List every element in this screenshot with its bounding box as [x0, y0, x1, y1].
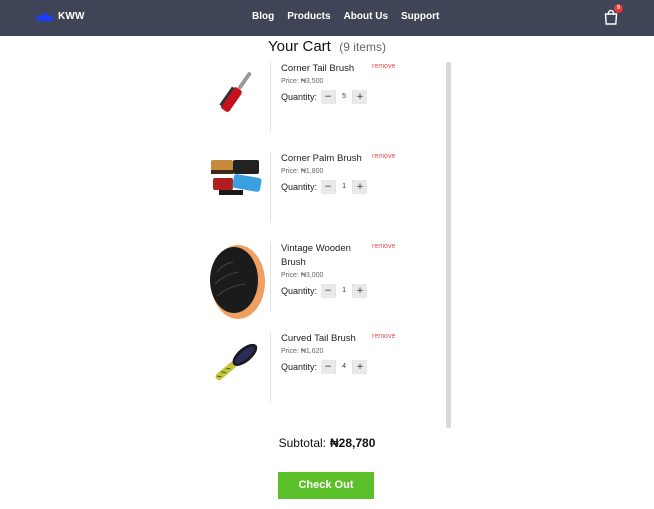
red-tail-brush-image [205, 62, 267, 124]
increase-quantity-button[interactable]: + [353, 284, 368, 298]
item-divider [270, 152, 271, 222]
increase-quantity-button[interactable]: + [353, 90, 368, 104]
cart-heading: Your Cart (9 items) [0, 38, 654, 56]
decrease-quantity-button[interactable]: − [321, 284, 336, 298]
item-info: Vintage Wooden Brush Price: ₦3,000 Quant… [281, 242, 445, 298]
item-info: Corner Tail Brush Price: ₦3,500 Quantity… [281, 62, 445, 104]
quantity-label: Quantity: [281, 92, 318, 102]
item-info: Curved Tail Brush Price: ₦1,620 Quantity… [281, 332, 445, 374]
top-navbar: KWW Blog Products About Us Support 9 [0, 0, 654, 36]
quantity-value: 1 [335, 284, 354, 298]
remove-item-link[interactable]: remove [372, 153, 395, 160]
quantity-value: 5 [335, 90, 354, 104]
quantity-stepper: Quantity: − 1 + [281, 284, 445, 298]
decrease-quantity-button[interactable]: − [321, 90, 336, 104]
increase-quantity-button[interactable]: + [353, 180, 368, 194]
palm-brush-image [205, 152, 267, 214]
cart-button[interactable]: 9 [603, 4, 623, 25]
cart-count-badge: 9 [614, 4, 623, 13]
item-info: Corner Palm Brush Price: ₦1,800 Quantity… [281, 152, 445, 194]
quantity-label: Quantity: [281, 362, 318, 372]
item-divider [270, 62, 271, 132]
subtotal-label: Subtotal: [278, 436, 326, 450]
item-count: (9 items) [339, 40, 386, 54]
cart-item: Corner Tail Brush Price: ₦3,500 Quantity… [205, 62, 445, 142]
cart-item: Corner Palm Brush Price: ₦1,800 Quantity… [205, 152, 445, 232]
quantity-stepper: Quantity: − 5 + [281, 90, 445, 104]
brand-logo[interactable]: KWW [36, 11, 85, 22]
increase-quantity-button[interactable]: + [353, 360, 368, 374]
item-price: Price: ₦3,500 [281, 78, 324, 85]
quantity-stepper: Quantity: − 1 + [281, 180, 445, 194]
decrease-quantity-button[interactable]: − [321, 180, 336, 194]
nav-link-about-us[interactable]: About Us [344, 11, 388, 22]
oval-wooden-brush-image [205, 242, 267, 322]
nav-link-support[interactable]: Support [401, 11, 439, 22]
subtotal: Subtotal: ₦28,780 [0, 436, 654, 450]
logo-text: KWW [58, 11, 85, 22]
cart-item: Vintage Wooden Brush Price: ₦3,000 Quant… [205, 242, 445, 322]
subtotal-value: ₦28,780 [330, 436, 376, 450]
crown-icon [37, 12, 53, 21]
cart-list-scrollbar[interactable] [446, 62, 451, 428]
checkout-button[interactable]: Check Out [278, 472, 374, 499]
item-price: Price: ₦1,620 [281, 348, 324, 355]
quantity-label: Quantity: [281, 182, 318, 192]
nav-link-products[interactable]: Products [287, 11, 330, 22]
item-price: Price: ₦1,800 [281, 168, 324, 175]
item-price: Price: ₦3,000 [281, 272, 324, 279]
item-divider [270, 242, 271, 312]
quantity-label: Quantity: [281, 286, 318, 296]
remove-item-link[interactable]: remove [372, 333, 395, 340]
quantity-value: 4 [335, 360, 354, 374]
decrease-quantity-button[interactable]: − [321, 360, 336, 374]
cart-item-list: Corner Tail Brush Price: ₦3,500 Quantity… [205, 62, 450, 428]
remove-item-link[interactable]: remove [372, 63, 395, 70]
page-title: Your Cart [268, 38, 331, 55]
remove-item-link[interactable]: remove [372, 243, 395, 250]
cart-item: Curved Tail Brush Price: ₦1,620 Quantity… [205, 332, 445, 412]
nav-link-blog[interactable]: Blog [252, 11, 274, 22]
curved-tail-brush-image [205, 332, 267, 394]
nav-links: Blog Products About Us Support [252, 11, 452, 22]
quantity-value: 1 [335, 180, 354, 194]
item-name: Vintage Wooden Brush [281, 243, 351, 268]
quantity-stepper: Quantity: − 4 + [281, 360, 445, 374]
item-divider [270, 332, 271, 402]
